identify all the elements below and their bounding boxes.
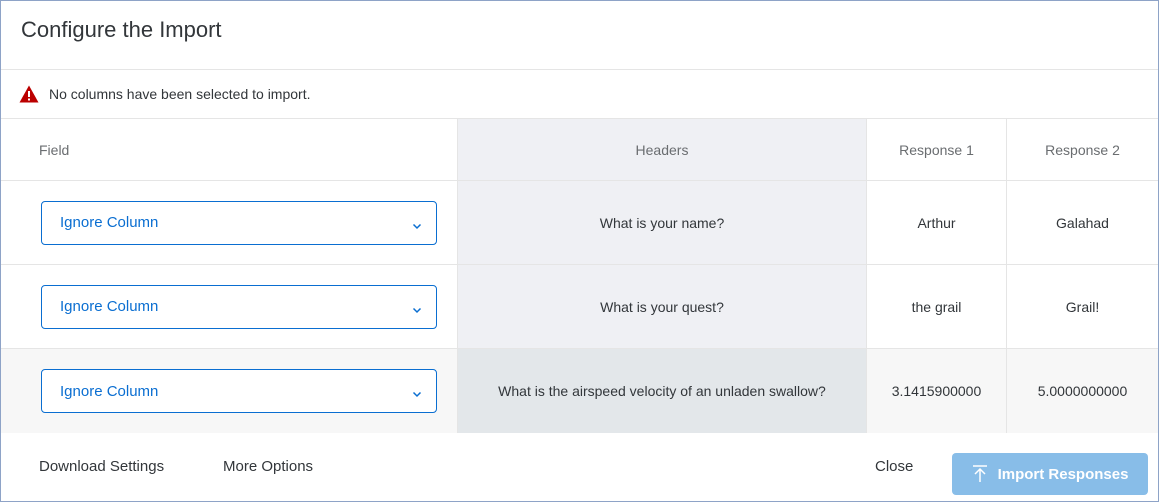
field-cell: Ignore Column [1, 265, 457, 348]
field-select[interactable]: Ignore Column [41, 200, 437, 245]
response-2-cell: Galahad [1056, 214, 1109, 231]
warning-icon [19, 85, 39, 103]
field-select[interactable]: Ignore Column [41, 369, 437, 413]
field-select-value: Ignore Column [60, 382, 159, 400]
more-options-button[interactable]: More Options [223, 458, 313, 475]
configure-import-dialog: Configure the Import No columns have bee… [0, 0, 1159, 502]
field-select[interactable]: Ignore Column [41, 284, 437, 329]
table-row: Ignore Column What is the airspeed veloc… [1, 349, 1158, 433]
dialog-footer: Download Settings More Options Close Imp… [1, 434, 1158, 501]
dialog-title: Configure the Import [21, 17, 222, 42]
table-row: Ignore Column What is your quest? the gr… [1, 265, 1158, 349]
header-cell: What is the airspeed velocity of an unla… [457, 349, 867, 433]
header-cell: What is your quest? [457, 265, 867, 348]
response-2-cell: Grail! [1065, 298, 1100, 315]
column-header-field: Field [39, 141, 70, 158]
column-header-response-2: Response 2 [1045, 141, 1120, 158]
field-select-value: Ignore Column [60, 214, 159, 231]
response-1-cell: the grail [867, 265, 1007, 348]
chevron-down-icon [412, 386, 422, 398]
upload-icon [972, 465, 988, 483]
download-settings-button[interactable]: Download Settings [39, 458, 164, 475]
dialog-header: Configure the Import [1, 1, 1158, 70]
column-header-response-1: Response 1 [867, 119, 1007, 180]
header-cell: What is your name? [457, 181, 867, 264]
table-row: Ignore Column What is your name? Arthur … [1, 181, 1158, 265]
field-cell: Ignore Column [1, 181, 457, 264]
column-header-headers: Headers [457, 119, 867, 180]
table-header-row: Field Headers Response 1 Response 2 [1, 119, 1158, 181]
warning-text: No columns have been selected to import. [49, 86, 311, 102]
chevron-down-icon [412, 218, 422, 229]
warning-message-strip: No columns have been selected to import. [1, 70, 1158, 119]
chevron-down-icon [412, 302, 422, 313]
response-1-cell: 3.1415900000 [867, 349, 1007, 433]
field-cell: Ignore Column [1, 349, 457, 433]
response-1-cell: Arthur [867, 181, 1007, 264]
response-2-cell: 5.0000000000 [1037, 383, 1128, 399]
field-select-value: Ignore Column [60, 298, 159, 315]
import-responses-button[interactable]: Import Responses [952, 453, 1148, 495]
import-mapping-table: Field Headers Response 1 Response 2 Igno… [1, 119, 1158, 433]
import-responses-label: Import Responses [997, 465, 1129, 483]
close-button[interactable]: Close [875, 458, 913, 475]
